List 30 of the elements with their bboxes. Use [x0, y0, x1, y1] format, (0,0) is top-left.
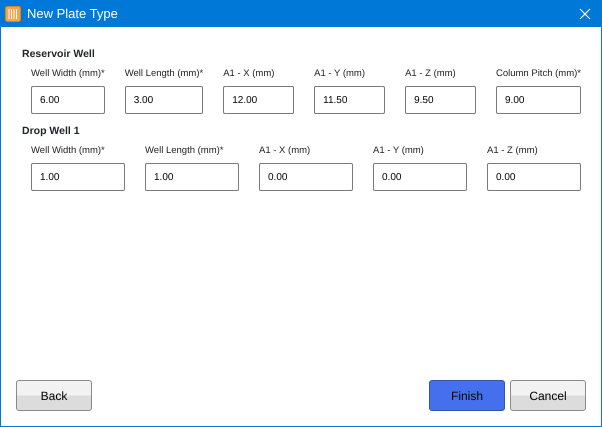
dialog-button[interactable]: Finish [429, 380, 505, 411]
section-heading: Reservoir Well [22, 47, 96, 62]
input-field[interactable]: 3.00 [124, 86, 204, 114]
field-label: Well Length (mm)* [124, 66, 204, 81]
field-label: A1 - X (mm) [223, 66, 276, 81]
dialog-button[interactable]: Cancel [510, 380, 586, 411]
field-label: Well Length (mm)* [145, 144, 224, 158]
input-field[interactable]: 9.50 [405, 86, 476, 114]
field-label: Well Width (mm)* [31, 66, 105, 81]
field-label: A1 - Z (mm) [487, 144, 539, 158]
plate-icon [5, 6, 21, 22]
field-label: Column Pitch (mm)* [496, 66, 581, 81]
input-field[interactable]: 0.00 [487, 163, 581, 191]
field-label: A1 - X (mm) [259, 144, 312, 158]
input-field[interactable]: 0.00 [373, 163, 467, 191]
field-label: Well Width (mm)* [31, 144, 106, 158]
input-field[interactable]: 11.50 [314, 86, 386, 114]
field-label: A1 - Z (mm) [405, 66, 457, 81]
dialog-button[interactable]: Back [16, 380, 92, 411]
input-field[interactable]: 12.00 [223, 86, 294, 114]
input-field[interactable]: 1.00 [31, 163, 125, 191]
section-heading: Drop Well 1 [22, 124, 81, 139]
input-field[interactable]: 6.00 [31, 86, 105, 114]
window-title: New Plate Type [27, 5, 118, 24]
field-label: A1 - Y (mm) [314, 66, 366, 81]
close-icon [579, 8, 591, 20]
input-field[interactable]: 0.00 [259, 163, 353, 191]
input-field[interactable]: 9.00 [496, 86, 581, 114]
field-label: A1 - Y (mm) [373, 144, 425, 158]
input-field[interactable]: 1.00 [145, 163, 239, 191]
